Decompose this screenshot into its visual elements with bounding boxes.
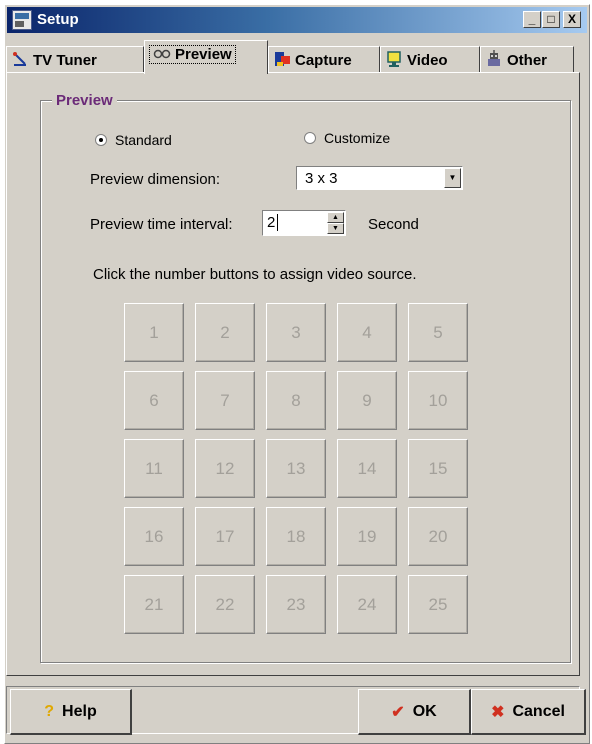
tab-strip: TV Tuner Preview Capture Video Other (6, 40, 580, 74)
video-source-button-7[interactable]: 7 (195, 371, 255, 430)
video-source-button-16[interactable]: 16 (124, 507, 184, 566)
monitor-icon (387, 51, 401, 67)
preview-dimension-select[interactable]: 3 x 3 ▼ (296, 166, 463, 190)
maximize-button[interactable]: □ (542, 11, 560, 28)
x-icon: ✖ (491, 703, 505, 721)
radio-customize-indicator[interactable] (304, 132, 316, 144)
title-bar[interactable]: Setup _ □ X (7, 7, 587, 33)
tab-capture[interactable]: Capture (268, 46, 380, 72)
help-button[interactable]: ? Help (10, 689, 132, 735)
glasses-icon (153, 49, 171, 59)
radio-standard[interactable]: Standard (95, 132, 172, 148)
video-source-button-17[interactable]: 17 (195, 507, 255, 566)
tab-video[interactable]: Video (380, 46, 480, 72)
spin-down-button[interactable]: ▼ (327, 223, 344, 234)
app-icon (12, 10, 32, 30)
spin-up-button[interactable]: ▲ (327, 212, 344, 223)
tab-tv-tuner[interactable]: TV Tuner (6, 46, 144, 72)
video-source-button-18[interactable]: 18 (266, 507, 326, 566)
instruction-text: Click the number buttons to assign video… (93, 266, 417, 283)
video-source-button-21[interactable]: 21 (124, 575, 184, 634)
tab-label: TV Tuner (33, 52, 97, 69)
video-source-button-12[interactable]: 12 (195, 439, 255, 498)
video-source-button-10[interactable]: 10 (408, 371, 468, 430)
video-source-button-8[interactable]: 8 (266, 371, 326, 430)
group-title: Preview (52, 92, 117, 109)
tab-other[interactable]: Other (480, 46, 574, 72)
video-source-button-22[interactable]: 22 (195, 575, 255, 634)
video-source-button-14[interactable]: 14 (337, 439, 397, 498)
chevron-down-icon[interactable]: ▼ (444, 168, 461, 188)
ok-button[interactable]: ✔ OK (358, 689, 471, 735)
minimize-button[interactable]: _ (523, 11, 541, 28)
preview-dimension-value: 3 x 3 (305, 170, 338, 187)
tab-label: Preview (175, 46, 232, 63)
preview-dimension-label: Preview dimension: (90, 171, 221, 188)
robot-icon (488, 50, 500, 66)
window-title: Setup (37, 11, 79, 28)
video-source-button-1[interactable]: 1 (124, 303, 184, 362)
capture-icon (275, 52, 290, 66)
video-source-button-6[interactable]: 6 (124, 371, 184, 430)
radio-standard-indicator[interactable] (95, 134, 107, 146)
video-source-button-9[interactable]: 9 (337, 371, 397, 430)
radio-customize-label: Customize (324, 130, 391, 146)
tab-label: Video (407, 52, 448, 69)
preview-interval-spinner[interactable]: 2 ▲ ▼ (262, 210, 346, 236)
preview-interval-value[interactable]: 2 (267, 214, 275, 231)
text-caret (277, 214, 278, 231)
video-source-button-15[interactable]: 15 (408, 439, 468, 498)
video-source-button-11[interactable]: 11 (124, 439, 184, 498)
cancel-button-label: Cancel (512, 702, 565, 720)
video-source-button-25[interactable]: 25 (408, 575, 468, 634)
help-button-label: Help (62, 702, 97, 720)
antenna-icon (13, 52, 26, 66)
check-icon: ✔ (391, 703, 405, 721)
video-source-button-4[interactable]: 4 (337, 303, 397, 362)
preview-interval-label: Preview time interval: (90, 216, 233, 233)
preview-interval-unit: Second (368, 216, 419, 233)
tab-label: Other (507, 52, 548, 69)
radio-standard-label: Standard (115, 132, 172, 148)
ok-button-label: OK (412, 702, 437, 720)
video-source-button-2[interactable]: 2 (195, 303, 255, 362)
video-source-button-23[interactable]: 23 (266, 575, 326, 634)
help-icon: ? (44, 702, 55, 720)
video-source-button-24[interactable]: 24 (337, 575, 397, 634)
video-source-button-3[interactable]: 3 (266, 303, 326, 362)
tab-label: Capture (295, 52, 352, 69)
video-source-button-20[interactable]: 20 (408, 507, 468, 566)
video-source-button-19[interactable]: 19 (337, 507, 397, 566)
video-source-button-13[interactable]: 13 (266, 439, 326, 498)
close-button[interactable]: X (563, 11, 581, 28)
tab-preview[interactable]: Preview (144, 40, 268, 74)
radio-customize[interactable]: Customize (304, 130, 390, 146)
video-source-button-5[interactable]: 5 (408, 303, 468, 362)
cancel-button[interactable]: ✖ Cancel (471, 689, 586, 735)
